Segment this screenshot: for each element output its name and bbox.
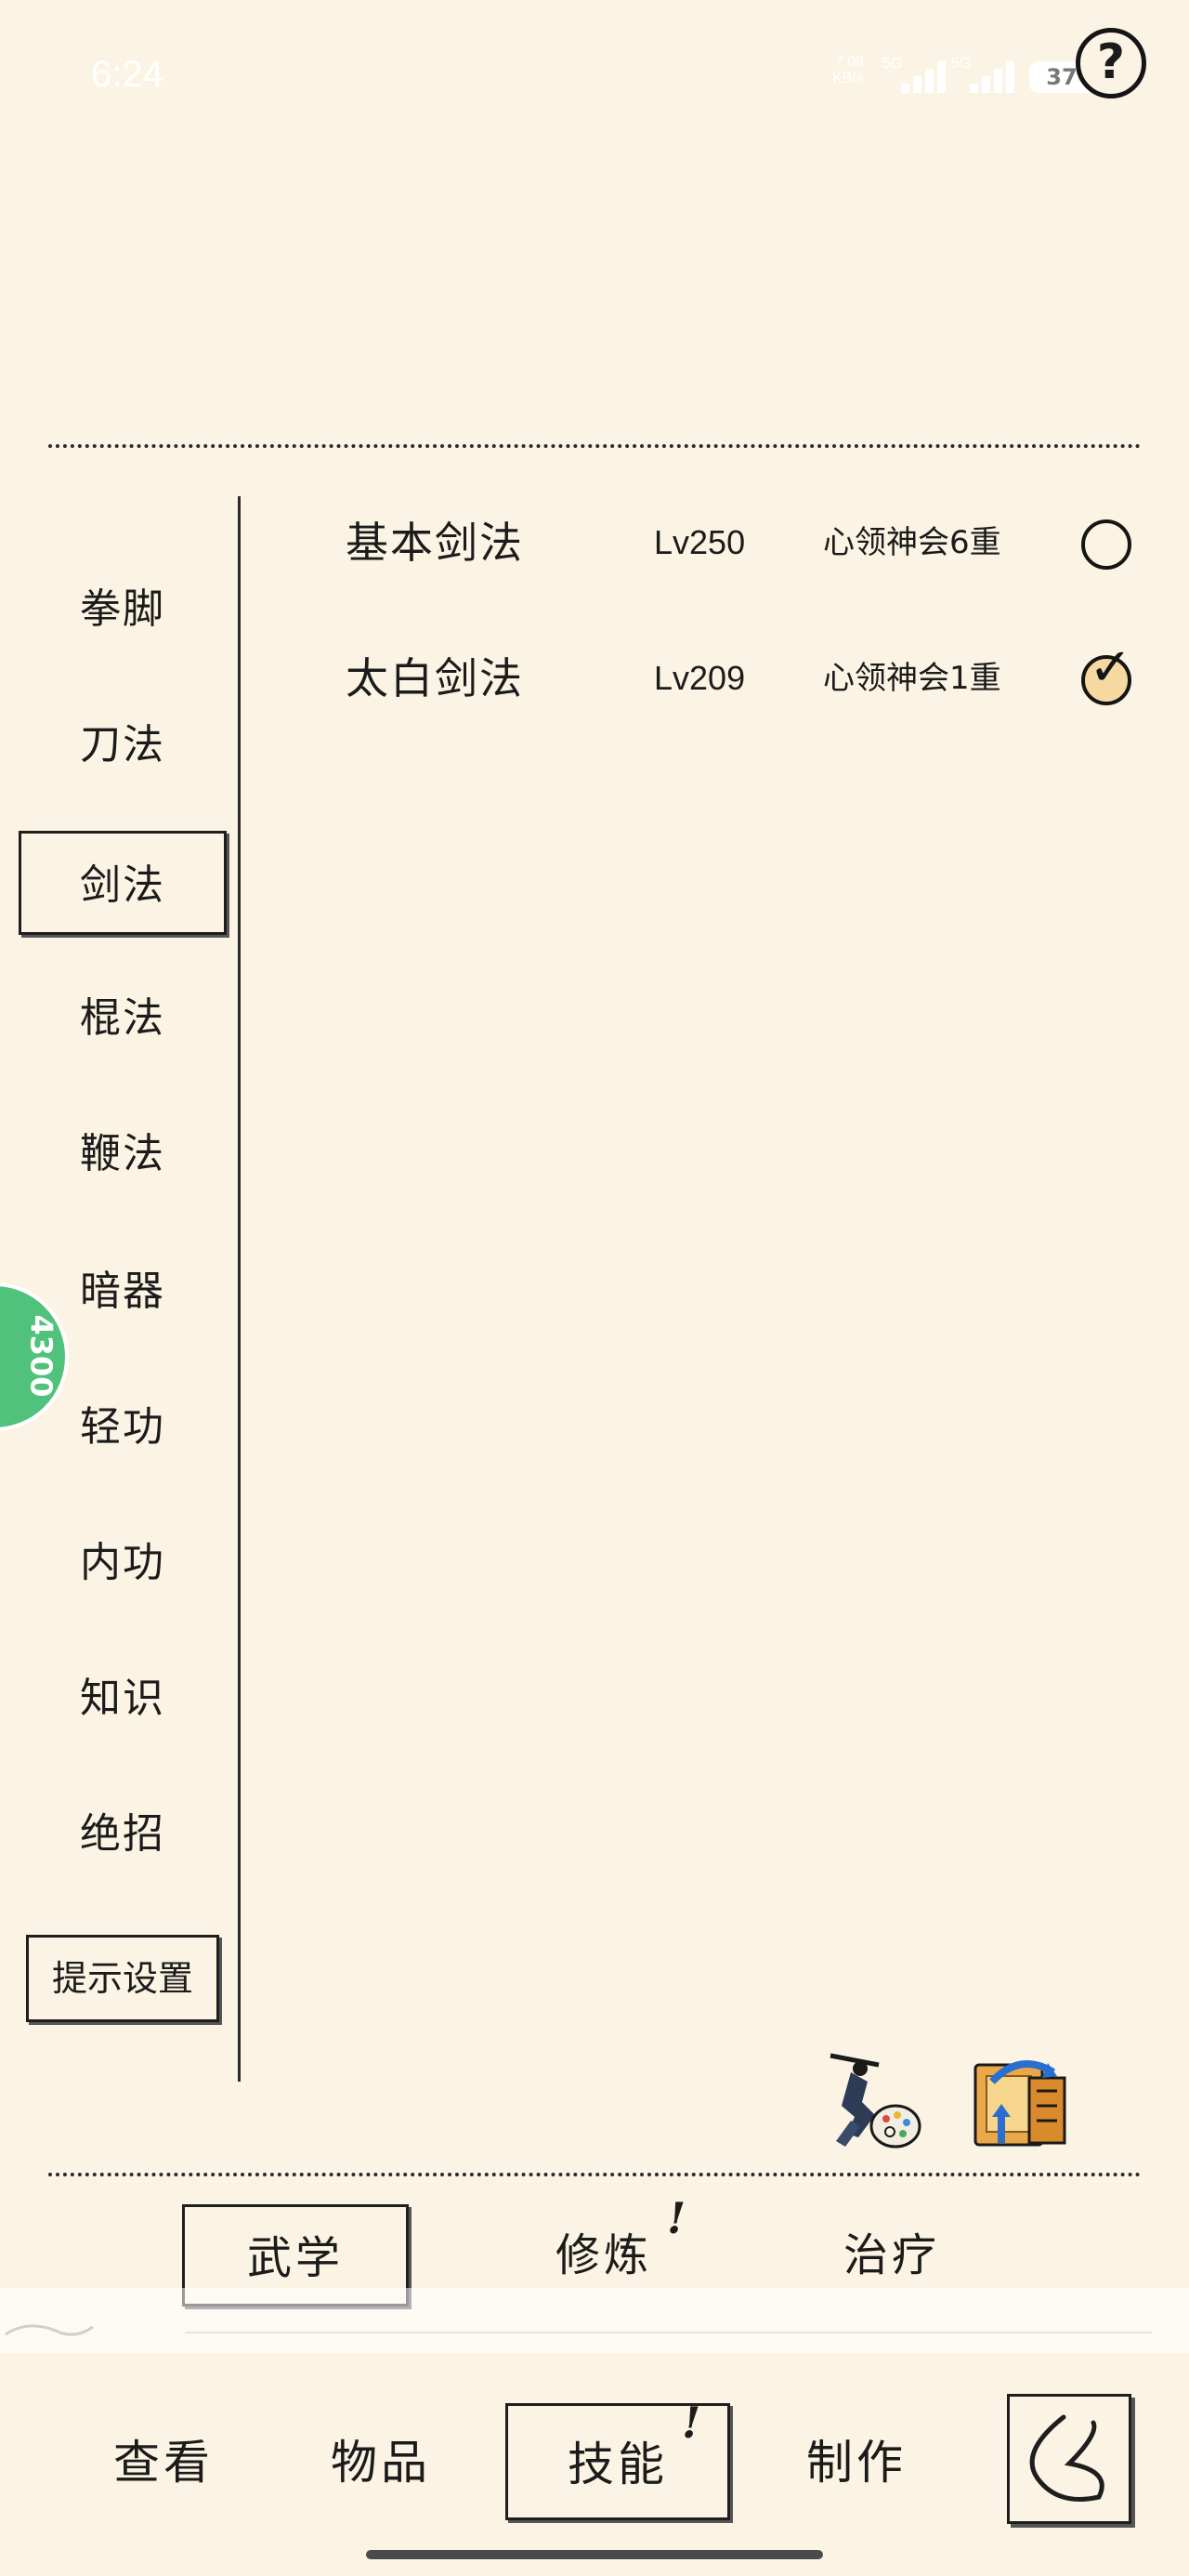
status-time: 6:24 (91, 54, 163, 95)
nav-wupin[interactable]: 物品 (288, 2416, 474, 2509)
scroll-exchange-icon[interactable] (964, 2044, 1076, 2156)
subtab-xiulian-label: 修炼 (555, 2229, 652, 2281)
alert-marker: ! (682, 2398, 701, 2448)
category-jianfa[interactable]: 剑法 (19, 831, 227, 935)
checkmark-icon: ✓ (1089, 637, 1132, 698)
skill-name: 太白剑法 (346, 653, 524, 703)
signal-icon-2: 5G (951, 56, 1016, 93)
signal-icon: 5G (882, 56, 947, 93)
alert-marker: ! (667, 2193, 686, 2243)
category-quanjiao[interactable]: 拳脚 (19, 558, 227, 662)
back-icon (1029, 2414, 1104, 2502)
category-zhishi[interactable]: 知识 (19, 1647, 227, 1751)
nav-zhizuo[interactable]: 制作 (764, 2416, 949, 2509)
skill-state: 心领神会6重 (823, 524, 1001, 561)
network-speed-unit: KB/s (832, 71, 864, 86)
category-bianfa[interactable]: 鞭法 (19, 1102, 227, 1206)
skill-row[interactable]: 基本剑法 Lv250 心领神会6重 (346, 506, 1144, 580)
scroll-divider (5, 2324, 1152, 2336)
home-indicator[interactable] (366, 2550, 823, 2559)
skill-select-radio-checked[interactable]: ✓ (1081, 642, 1132, 705)
skill-level: Lv250 (654, 523, 746, 561)
category-neigong[interactable]: 内功 (19, 1511, 227, 1615)
help-button[interactable]: ? (1076, 28, 1146, 99)
skill-row[interactable]: 太白剑法 Lv209 心领神会1重 ✓ (346, 641, 1144, 716)
skill-state: 心领神会1重 (823, 660, 1001, 697)
swordsman-palette-icon[interactable] (814, 2044, 925, 2156)
network-speed: 7.08 KB/s (832, 54, 864, 87)
back-button[interactable] (1007, 2394, 1131, 2524)
nav-chakan[interactable]: 查看 (71, 2416, 256, 2509)
top-divider (48, 444, 1141, 448)
network-speed-value: 7.08 (834, 54, 864, 70)
bottom-divider (48, 2173, 1141, 2176)
hint-settings-button[interactable]: 提示设置 (26, 1935, 219, 2022)
category-juezhao[interactable]: 绝招 (19, 1782, 227, 1886)
category-daofa[interactable]: 刀法 (19, 693, 227, 797)
skill-select-radio[interactable] (1081, 519, 1131, 570)
skill-name: 基本剑法 (346, 518, 524, 568)
signal-label-2: 5G (951, 56, 972, 72)
sidebar-divider (238, 496, 241, 2082)
skill-level: Lv209 (654, 659, 746, 697)
signal-label: 5G (882, 56, 903, 72)
category-gunfa[interactable]: 棍法 (19, 966, 227, 1071)
floating-badge-text: 4300 (23, 1314, 59, 1398)
